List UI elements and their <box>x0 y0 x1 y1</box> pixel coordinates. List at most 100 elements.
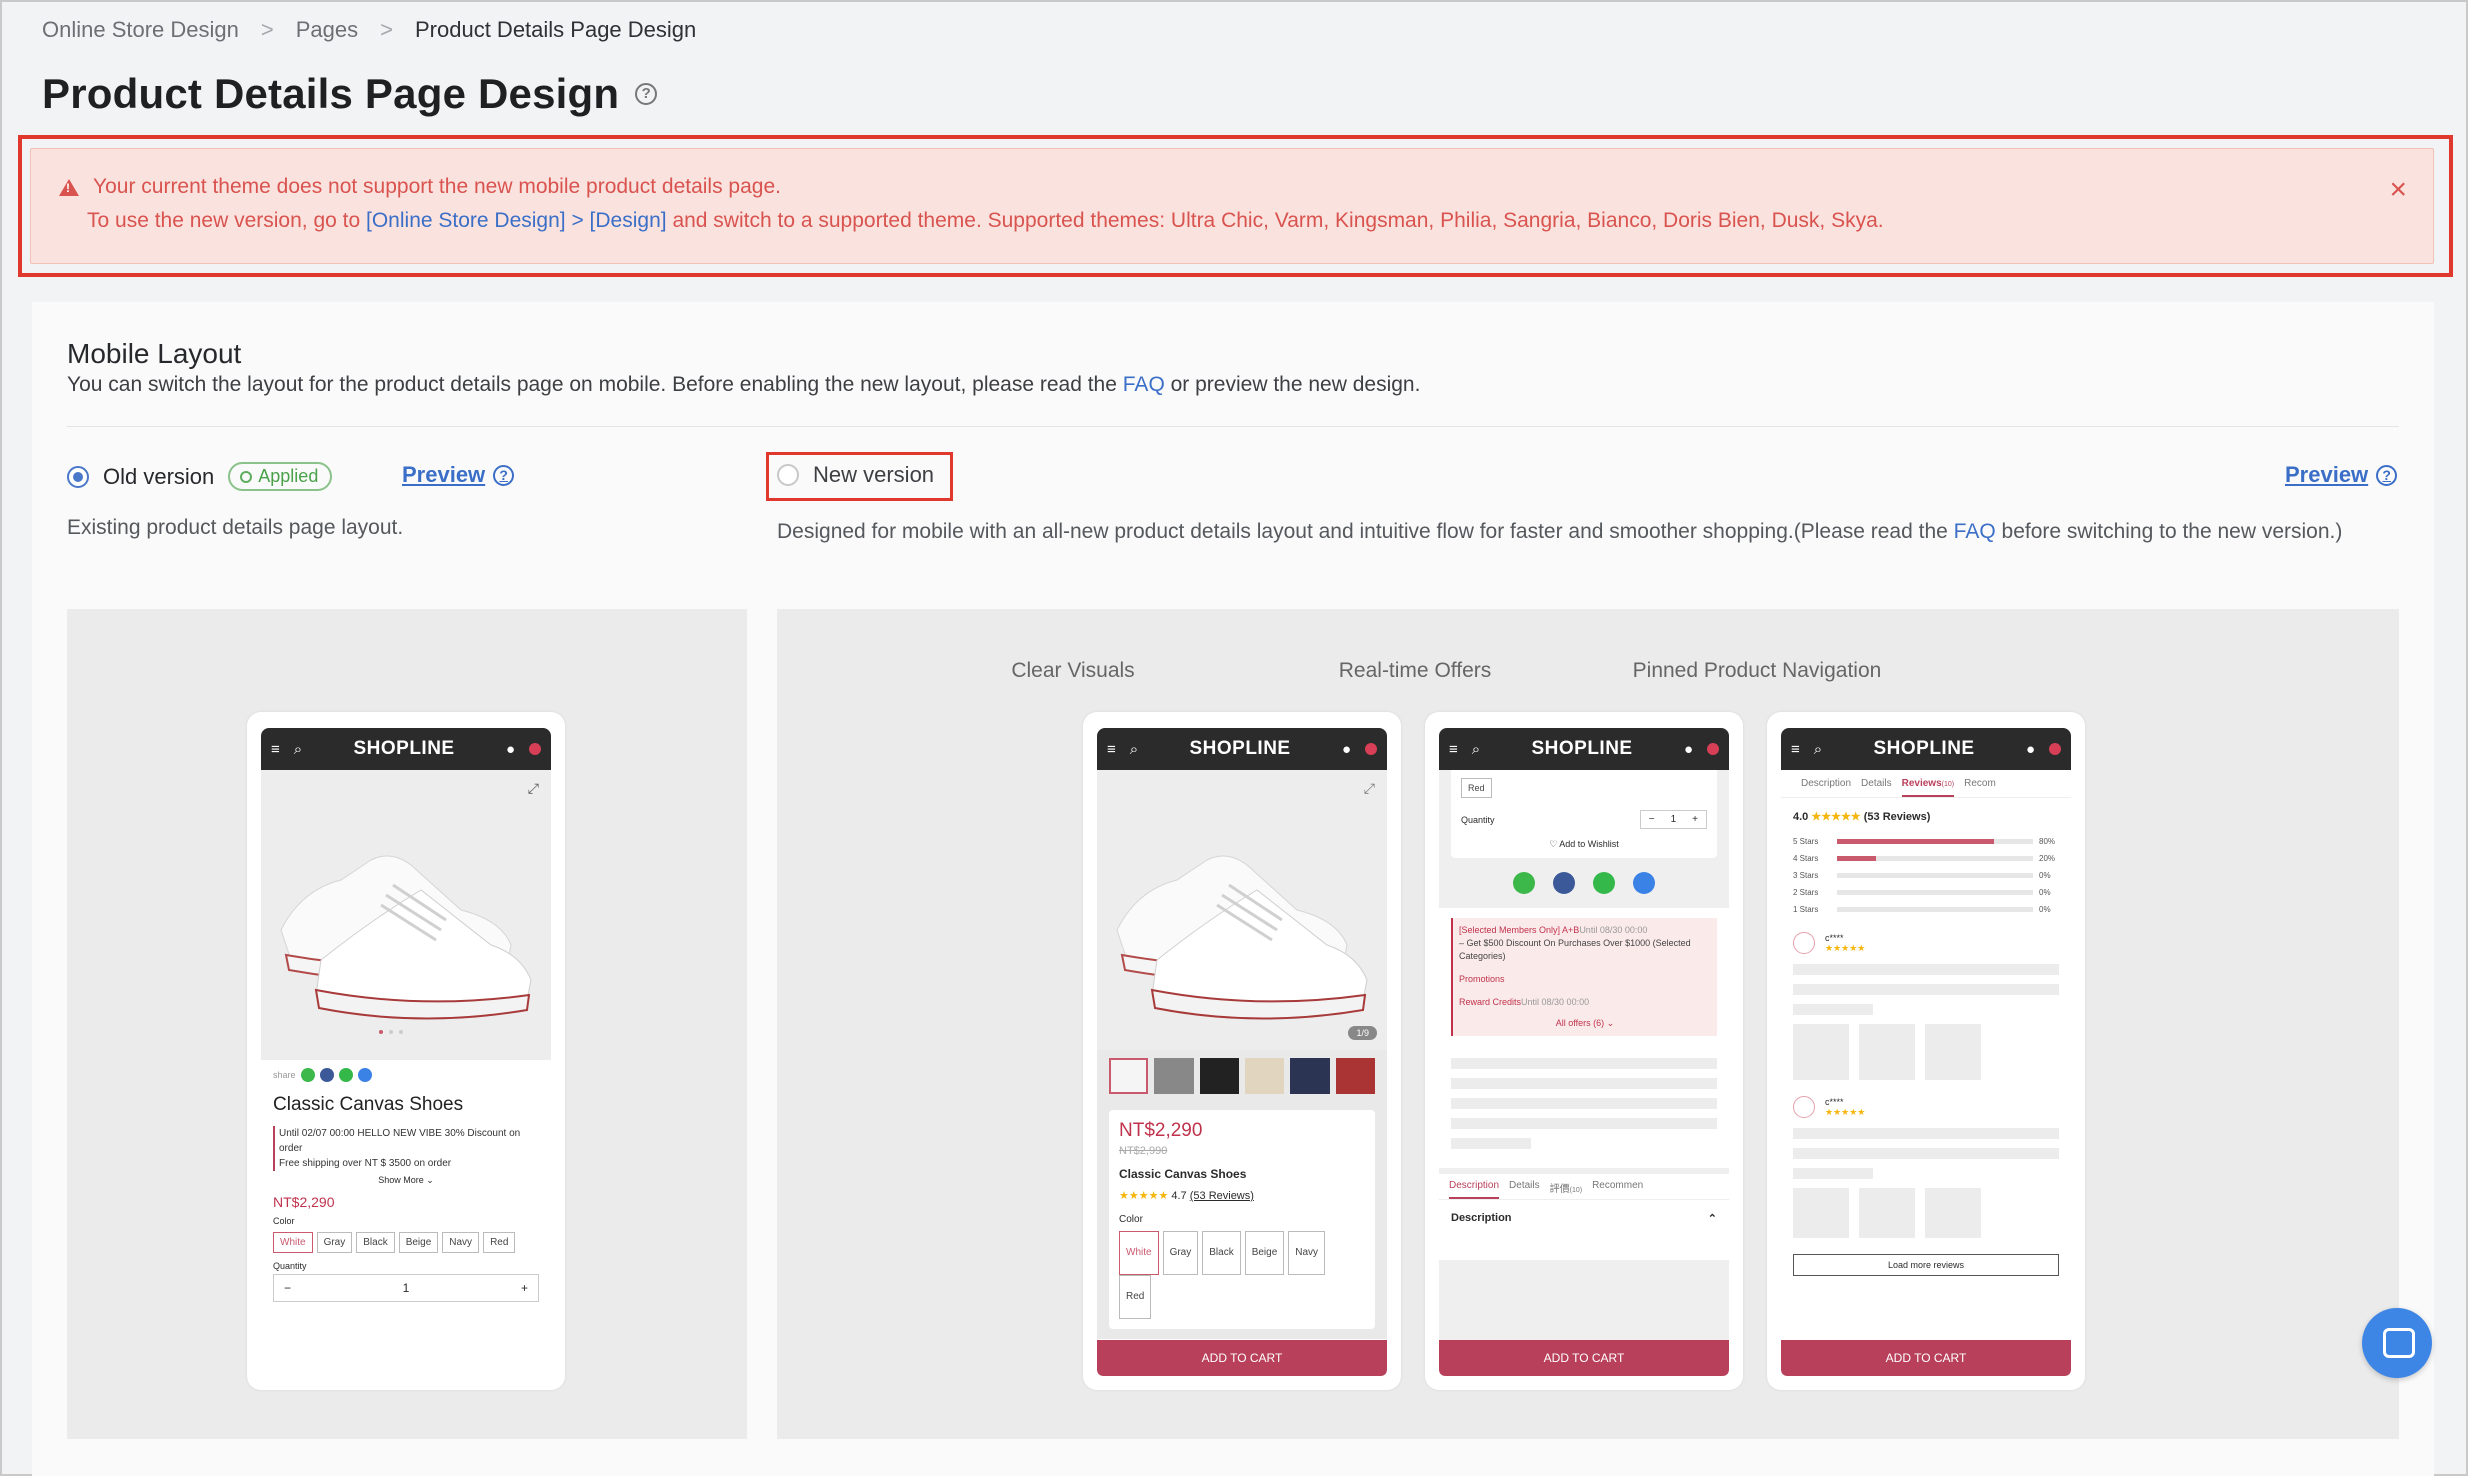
show-more-button[interactable]: Show More ⌄ <box>273 1175 539 1186</box>
review-photo[interactable] <box>1859 1188 1915 1238</box>
applied-dot-icon <box>240 470 253 483</box>
add-to-cart-button[interactable]: ADD TO CART <box>1439 1340 1729 1376</box>
faq-link[interactable]: FAQ <box>1123 373 1165 396</box>
whatsapp-icon[interactable] <box>338 1068 353 1082</box>
reviews-link[interactable]: (53 Reviews) <box>1190 1190 1254 1202</box>
tab-reviews[interactable]: Reviews(10) <box>1901 778 1955 797</box>
share-label: share <box>273 1070 296 1080</box>
review-photo[interactable] <box>1859 1024 1915 1080</box>
line-icon[interactable] <box>300 1068 315 1082</box>
rating-row: ★★★★★ 4.7 (53 Reviews) <box>1119 1189 1365 1202</box>
color-option[interactable]: Beige <box>1244 1231 1285 1275</box>
link-icon[interactable] <box>357 1068 372 1082</box>
offers-section: [Selected Members Only] A+BUntil 08/30 0… <box>1439 908 1729 1168</box>
thumbnail[interactable] <box>1154 1058 1194 1094</box>
thumbnail[interactable] <box>1245 1058 1285 1094</box>
star-row-label: 4 Stars <box>1793 854 1819 863</box>
rating-summary: 4.0 ★★★★★ (53 Reviews) <box>1793 810 2059 823</box>
thumbnail[interactable] <box>1109 1058 1149 1094</box>
color-option[interactable]: Black <box>356 1232 395 1253</box>
star-row-pct: 20% <box>2039 854 2056 863</box>
add-to-cart-button[interactable]: ADD TO CART <box>1781 1340 2071 1376</box>
facebook-icon[interactable] <box>1553 872 1575 894</box>
color-option[interactable]: Gray <box>1162 1231 1199 1275</box>
user-icon: ● <box>2025 740 2035 758</box>
new-version-option[interactable]: New version <box>777 462 934 488</box>
all-offers-button[interactable]: All offers (6) ⌄ <box>1459 1017 1711 1030</box>
old-version-option[interactable]: Old version Applied <box>67 462 333 491</box>
color-option[interactable]: White <box>1119 1231 1159 1275</box>
minus-icon[interactable]: − <box>1649 814 1655 825</box>
breadcrumb-pages[interactable]: Pages <box>296 17 358 43</box>
review-photo[interactable] <box>1925 1188 1981 1238</box>
chat-support-button[interactable] <box>2362 1308 2432 1378</box>
close-icon[interactable]: × <box>2389 175 2407 205</box>
promotions-label[interactable]: Promotions <box>1459 973 1711 986</box>
color-option[interactable]: Navy <box>442 1232 480 1253</box>
color-option[interactable]: Red <box>483 1232 516 1253</box>
star-row-bar <box>1837 839 2033 844</box>
quantity-stepper[interactable]: − 1 + <box>273 1274 539 1302</box>
tab-reviews[interactable]: 評價(10) <box>1550 1180 1582 1199</box>
load-more-reviews-button[interactable]: Load more reviews <box>1793 1254 2059 1276</box>
faq-link[interactable]: FAQ <box>1954 520 1996 543</box>
color-option[interactable]: Navy <box>1288 1231 1326 1275</box>
alert-line-2: To use the new version, go to [Online St… <box>87 209 1884 233</box>
tab-recommendations[interactable]: Recom <box>1964 778 1996 797</box>
whatsapp-icon[interactable] <box>1593 872 1615 894</box>
add-to-wishlist-button[interactable]: ♡ Add to Wishlist <box>1461 839 1707 850</box>
old-version-preview-link[interactable]: Preview ? <box>402 462 515 488</box>
new-version-radio[interactable] <box>777 464 799 486</box>
star-row-label: 5 Stars <box>1793 837 1819 846</box>
star-breakdown-row: 1 Stars 0% <box>1793 901 2059 918</box>
tab-details[interactable]: Details <box>1509 1180 1540 1199</box>
review-photo[interactable] <box>1925 1024 1981 1080</box>
facebook-icon[interactable] <box>319 1068 334 1082</box>
minus-icon[interactable]: − <box>284 1281 291 1295</box>
color-option[interactable]: White <box>273 1232 313 1253</box>
tab-details[interactable]: Details <box>1861 778 1892 797</box>
color-option[interactable]: Red <box>1119 1275 1152 1319</box>
thumbnail[interactable] <box>1290 1058 1330 1094</box>
expand-icon[interactable]: ⤢ <box>528 780 539 797</box>
help-icon[interactable]: ? <box>635 83 658 105</box>
divider <box>67 426 2399 427</box>
new-desc-prefix: Designed for mobile with an all-new prod… <box>777 520 1948 543</box>
line-icon[interactable] <box>1513 872 1535 894</box>
skeleton <box>1451 1098 1717 1109</box>
review-photo[interactable] <box>1793 1024 1849 1080</box>
expand-icon[interactable]: ⤢ <box>1364 780 1375 797</box>
breadcrumb-online-store-design[interactable]: Online Store Design <box>42 17 239 43</box>
star-row-pct: 80% <box>2039 837 2056 846</box>
thumbnail[interactable] <box>1335 1058 1376 1094</box>
tab-recommendations[interactable]: Recommen <box>1592 1180 1643 1199</box>
share-icons <box>1439 872 1729 894</box>
color-option[interactable]: Red <box>1461 778 1492 798</box>
tab-reviews-label: Reviews <box>1901 778 1942 789</box>
old-version-radio[interactable] <box>67 465 89 488</box>
plus-icon[interactable]: + <box>521 1281 528 1295</box>
color-option[interactable]: Black <box>1202 1231 1241 1275</box>
reviewer-name-text: c**** <box>1825 1096 1844 1107</box>
quantity-stepper[interactable]: − 1 + <box>1639 810 1707 829</box>
mobile-layout-card: Mobile Layout You can switch the layout … <box>32 302 2434 1476</box>
tab-description[interactable]: Description <box>1801 778 1851 797</box>
add-to-cart-button[interactable]: ADD TO CART <box>1097 1340 1387 1376</box>
description-heading: Description <box>1451 1212 1512 1224</box>
description-accordion[interactable]: Description ⌃ <box>1439 1200 1729 1260</box>
cart-icon <box>529 743 541 755</box>
design-settings-link[interactable]: [Online Store Design] > [Design] <box>366 209 667 232</box>
review-photo[interactable] <box>1793 1188 1849 1238</box>
new-version-preview-link[interactable]: Preview ? <box>2285 462 2398 488</box>
color-option[interactable]: Gray <box>316 1232 353 1253</box>
product-info: share Classic Canvas Shoes Until 02/07 0… <box>261 1060 551 1310</box>
old-version-preview-area: ≡ ⌕ SHOPLINE ● ⤢ share Classic Canvas Sh… <box>67 609 747 1439</box>
rating-breakdown: 5 Stars 80% 4 Stars 20% 3 Stars 0% 2 Stars 0% 1 … <box>1793 833 2059 918</box>
plus-icon[interactable]: + <box>1692 814 1698 825</box>
link-icon[interactable] <box>1633 872 1655 894</box>
color-option[interactable]: Beige <box>398 1232 439 1253</box>
menu-icon: ≡ <box>1449 740 1458 758</box>
tab-description[interactable]: Description <box>1449 1180 1500 1199</box>
pinned-tabs: Description Details Reviews(10) Recom <box>1781 770 2071 798</box>
thumbnail[interactable] <box>1199 1058 1240 1094</box>
